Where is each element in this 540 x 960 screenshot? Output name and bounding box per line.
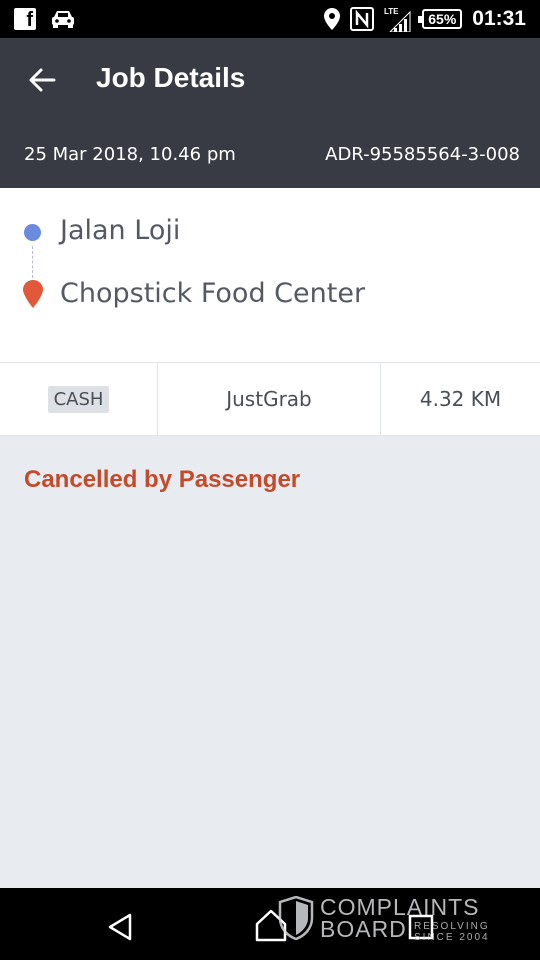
trip-distance: 4.32 KM bbox=[419, 387, 502, 411]
status-left-icons: f bbox=[14, 8, 76, 30]
facebook-icon: f bbox=[14, 8, 36, 30]
location-pin-icon bbox=[324, 8, 341, 30]
payment-cell: CASH bbox=[0, 363, 158, 435]
svg-text:LTE: LTE bbox=[384, 7, 399, 16]
page-title: Job Details bbox=[96, 62, 246, 93]
nfc-icon bbox=[350, 7, 375, 31]
car-icon bbox=[52, 11, 74, 28]
service-type: JustGrab bbox=[158, 363, 381, 435]
status-bar: f LTE 65% 01:31 bbox=[0, 0, 540, 38]
route-card: Jalan Loji Chopstick Food Center bbox=[0, 188, 540, 363]
complaints-board-watermark: COMPLAINTS BOARD RESOLVING SINCE 2004 bbox=[278, 894, 498, 944]
dropoff-pin-icon bbox=[23, 280, 43, 308]
shield-logo-icon bbox=[278, 896, 314, 940]
trip-info-row: CASH JustGrab 4.32 KM bbox=[0, 363, 540, 436]
battery-icon: 65% bbox=[418, 9, 463, 29]
watermark-tagline-line1: RESOLVING bbox=[414, 921, 490, 932]
lte-signal-icon: LTE bbox=[384, 7, 411, 32]
back-arrow-icon[interactable] bbox=[26, 64, 58, 96]
pickup-dot-icon bbox=[24, 224, 41, 241]
status-right-icons: LTE 65% 01:31 bbox=[324, 6, 526, 32]
payment-method-badge: CASH bbox=[47, 385, 110, 413]
dropoff-location: Chopstick Food Center bbox=[60, 278, 366, 309]
app-header: Job Details 25 Mar 2018, 10.46 pm ADR-95… bbox=[0, 38, 540, 188]
route-connector bbox=[32, 246, 33, 278]
watermark-tagline-line2: SINCE 2004 bbox=[414, 932, 490, 943]
nav-back-icon[interactable] bbox=[106, 912, 136, 942]
job-id: ADR-95585564-3-008 bbox=[325, 144, 520, 165]
pickup-location: Jalan Loji bbox=[60, 215, 181, 246]
status-time: 01:31 bbox=[472, 7, 526, 30]
job-date: 25 Mar 2018, 10.46 pm bbox=[24, 144, 236, 165]
watermark-brand-line2: BOARD bbox=[320, 916, 407, 942]
cancellation-status: Cancelled by Passenger bbox=[24, 466, 301, 493]
battery-level: 65% bbox=[428, 11, 457, 27]
